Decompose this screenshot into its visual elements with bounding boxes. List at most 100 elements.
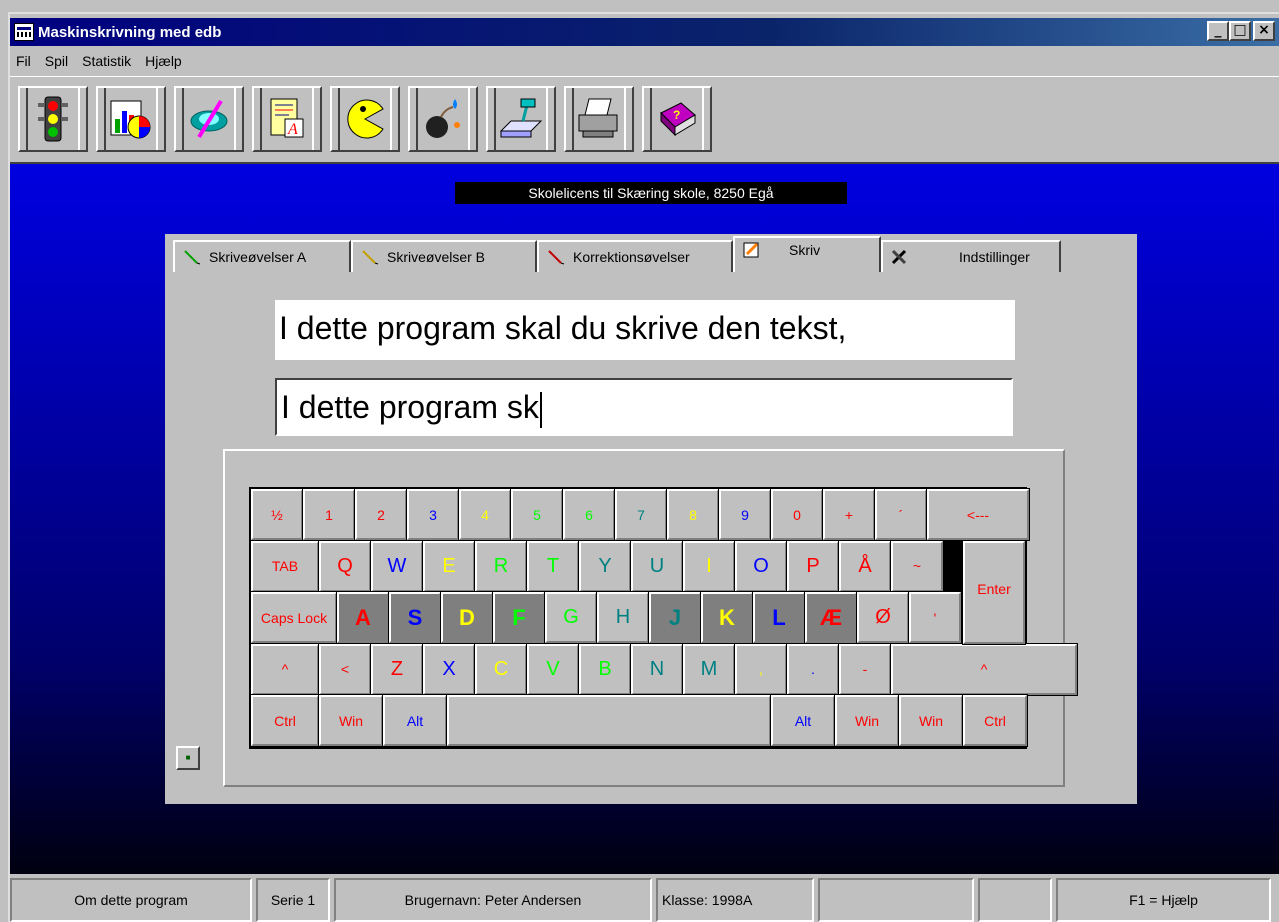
- key-win[interactable]: Win: [834, 694, 900, 748]
- key-2[interactable]: 2: [354, 488, 408, 541]
- typewriter-icon[interactable]: [14, 23, 34, 41]
- key-o[interactable]: O: [734, 539, 788, 593]
- key-q[interactable]: Q: [318, 539, 372, 593]
- status-panel: Klasse: 1998A: [656, 878, 814, 922]
- typing-input[interactable]: I dette program sk: [275, 378, 1013, 436]
- key-u[interactable]: U: [630, 539, 684, 593]
- key-p[interactable]: P: [786, 539, 840, 593]
- target-text: I dette program skal du skrive den tekst…: [275, 300, 1015, 360]
- tab-skriveovelser-a[interactable]: Skriveøvelser A: [173, 240, 351, 272]
- pacman-icon: [347, 99, 384, 138]
- key-å[interactable]: Å: [838, 539, 892, 593]
- keyboard-row: ^ < Z X C V B N M,. - ^: [250, 642, 1078, 696]
- key-tab[interactable]: TAB: [250, 539, 320, 593]
- key-ctrl[interactable]: Ctrl: [962, 694, 1028, 748]
- key-z[interactable]: Z: [370, 642, 424, 696]
- key-g[interactable]: G: [544, 591, 598, 645]
- key-win[interactable]: Win: [318, 694, 384, 748]
- toolbar-button-start[interactable]: [18, 85, 88, 152]
- tab-korrektionsovelser[interactable]: Korrektionsøvelser: [537, 240, 733, 272]
- key-3[interactable]: 3: [406, 488, 460, 541]
- toolbar-button-scanner[interactable]: [486, 85, 556, 152]
- tab-skriv[interactable]: Skriv: [733, 236, 881, 272]
- help-book-icon: ?: [660, 101, 696, 136]
- key-1[interactable]: 1: [302, 488, 356, 541]
- toolbar-button-document[interactable]: A: [252, 85, 322, 152]
- key-ø[interactable]: Ø: [856, 591, 910, 645]
- key--[interactable]: ½: [250, 488, 304, 541]
- key-k[interactable]: K: [700, 591, 754, 645]
- exercise-panel: Skriveøvelser A Skriveøvelser B Korrekti…: [165, 234, 1137, 804]
- key--[interactable]: ,: [734, 642, 788, 696]
- key-x[interactable]: X: [422, 642, 476, 696]
- key-h[interactable]: H: [596, 591, 650, 645]
- key-e[interactable]: E: [422, 539, 476, 593]
- tab-skriveovelser-b[interactable]: Skriveøvelser B: [351, 240, 537, 272]
- title-bar[interactable]: Maskinskrivning med edb _ □ ×: [10, 18, 1279, 46]
- close-button[interactable]: ×: [1253, 21, 1275, 41]
- key-ctrl[interactable]: Ctrl: [250, 694, 320, 748]
- key--[interactable]: +: [822, 488, 876, 541]
- toolbar-button-help[interactable]: ?: [642, 85, 712, 152]
- key-caps-lock[interactable]: Caps Lock: [250, 591, 338, 645]
- key-n[interactable]: N: [630, 642, 684, 696]
- key--[interactable]: ': [908, 591, 962, 645]
- key-space[interactable]: [446, 694, 772, 748]
- toggle-keyboard-button[interactable]: ■: [176, 746, 200, 770]
- status-panel: Brugernavn: Peter Andersen: [334, 878, 652, 922]
- key-0[interactable]: 0: [770, 488, 824, 541]
- key--[interactable]: <---: [926, 488, 1030, 541]
- menu-spil[interactable]: Spil: [45, 53, 68, 69]
- maximize-button[interactable]: □: [1229, 21, 1251, 41]
- toolbar-button-pacman[interactable]: [330, 85, 400, 152]
- toolbar-button-bomb[interactable]: [408, 85, 478, 152]
- tab-indstillinger[interactable]: Indstillinger: [881, 240, 1061, 272]
- key-8[interactable]: 8: [666, 488, 720, 541]
- key-7[interactable]: 7: [614, 488, 668, 541]
- key-m[interactable]: M: [682, 642, 736, 696]
- key-r[interactable]: R: [474, 539, 528, 593]
- key-alt[interactable]: Alt: [382, 694, 448, 748]
- menu-fil[interactable]: Fil: [16, 53, 31, 69]
- key-enter[interactable]: Enter: [962, 539, 1026, 645]
- key--[interactable]: ~: [890, 539, 944, 593]
- key-4[interactable]: 4: [458, 488, 512, 541]
- app-window: Maskinskrivning med edb _ □ × Fil Spil S…: [8, 12, 1279, 922]
- key--[interactable]: <: [318, 642, 372, 696]
- key-alt[interactable]: Alt: [770, 694, 836, 748]
- toolbar-button-print[interactable]: [564, 85, 634, 152]
- key-a[interactable]: A: [336, 591, 390, 645]
- key-c[interactable]: C: [474, 642, 528, 696]
- key-j[interactable]: J: [648, 591, 702, 645]
- key-t[interactable]: T: [526, 539, 580, 593]
- key-l[interactable]: L: [752, 591, 806, 645]
- minimize-button[interactable]: _: [1207, 21, 1229, 41]
- key--[interactable]: -: [838, 642, 892, 696]
- toolbar-button-game[interactable]: [174, 85, 244, 152]
- key-æ[interactable]: Æ: [804, 591, 858, 645]
- key-i[interactable]: I: [682, 539, 736, 593]
- key-6[interactable]: 6: [562, 488, 616, 541]
- key--[interactable]: .: [786, 642, 840, 696]
- key--[interactable]: ´: [874, 488, 928, 541]
- key-f[interactable]: F: [492, 591, 546, 645]
- key-w[interactable]: W: [370, 539, 424, 593]
- menu-hjaelp[interactable]: Hjælp: [145, 53, 182, 69]
- menu-statistik[interactable]: Statistik: [82, 53, 131, 69]
- typed-text: I dette program sk: [281, 389, 539, 425]
- key-y[interactable]: Y: [578, 539, 632, 593]
- document-edit-icon: A: [270, 98, 304, 138]
- about-program-button[interactable]: Om dette program: [10, 878, 252, 922]
- toolbar-button-statistics[interactable]: [96, 85, 166, 152]
- main-area: Skolelicens til Skæring skole, 8250 Egå …: [10, 162, 1279, 874]
- key--[interactable]: ^: [250, 642, 320, 696]
- key-win[interactable]: Win: [898, 694, 964, 748]
- key-5[interactable]: 5: [510, 488, 564, 541]
- bomb-icon: [426, 98, 460, 138]
- key-d[interactable]: D: [440, 591, 494, 645]
- key--[interactable]: ^: [890, 642, 1078, 696]
- key-s[interactable]: S: [388, 591, 442, 645]
- key-9[interactable]: 9: [718, 488, 772, 541]
- key-b[interactable]: B: [578, 642, 632, 696]
- key-v[interactable]: V: [526, 642, 580, 696]
